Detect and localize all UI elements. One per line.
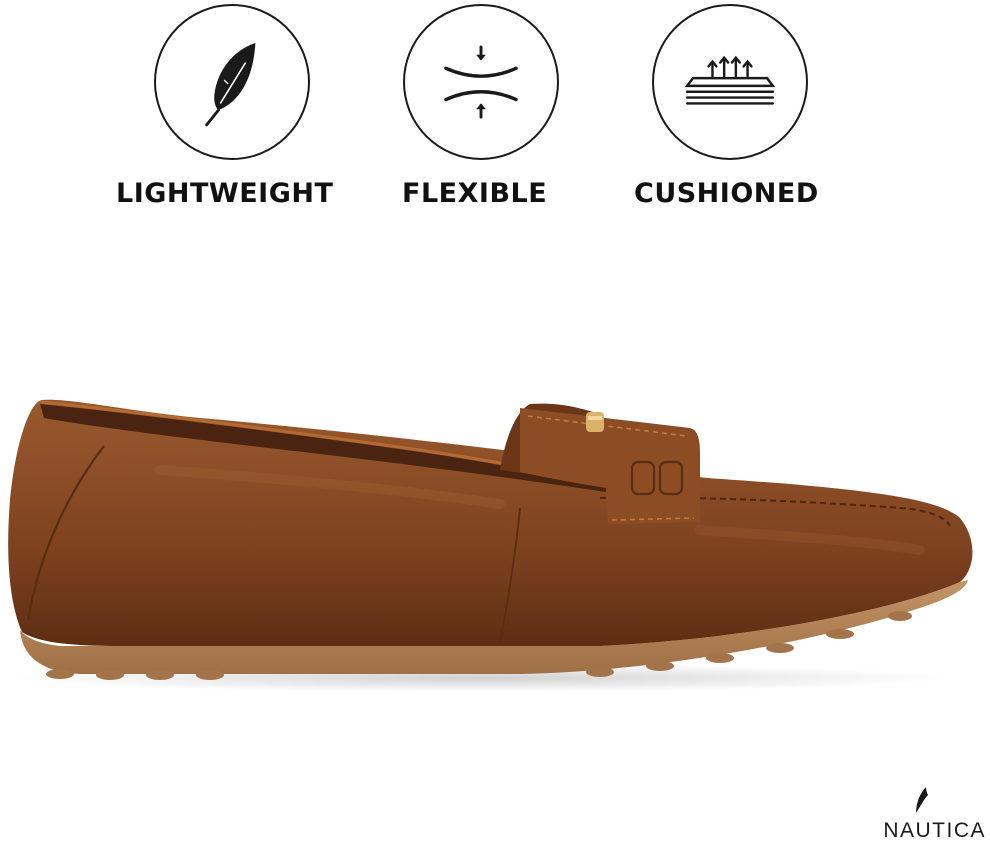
sail-icon [916, 787, 928, 813]
feature-label: FLEXIBLE [402, 178, 548, 209]
brand-name: NAUTICA [883, 819, 986, 842]
brand-logo: NAUTICA [846, 783, 986, 843]
flex-arrows-icon [444, 45, 518, 119]
feature-cushioned: CUSHIONED [630, 0, 910, 230]
cushion-layers-icon [684, 55, 776, 105]
feature-flexible: FLEXIBLE [380, 0, 660, 230]
feature-circle [403, 4, 559, 160]
product-image [0, 380, 990, 700]
feature-label: LIGHTWEIGHT [116, 178, 334, 209]
loafer-shoe [8, 399, 973, 692]
feature-circle [652, 4, 808, 160]
feature-label: CUSHIONED [634, 178, 819, 209]
feature-lightweight: LIGHTWEIGHT [110, 0, 390, 230]
feature-circle [154, 4, 310, 160]
feather-icon [205, 43, 256, 127]
